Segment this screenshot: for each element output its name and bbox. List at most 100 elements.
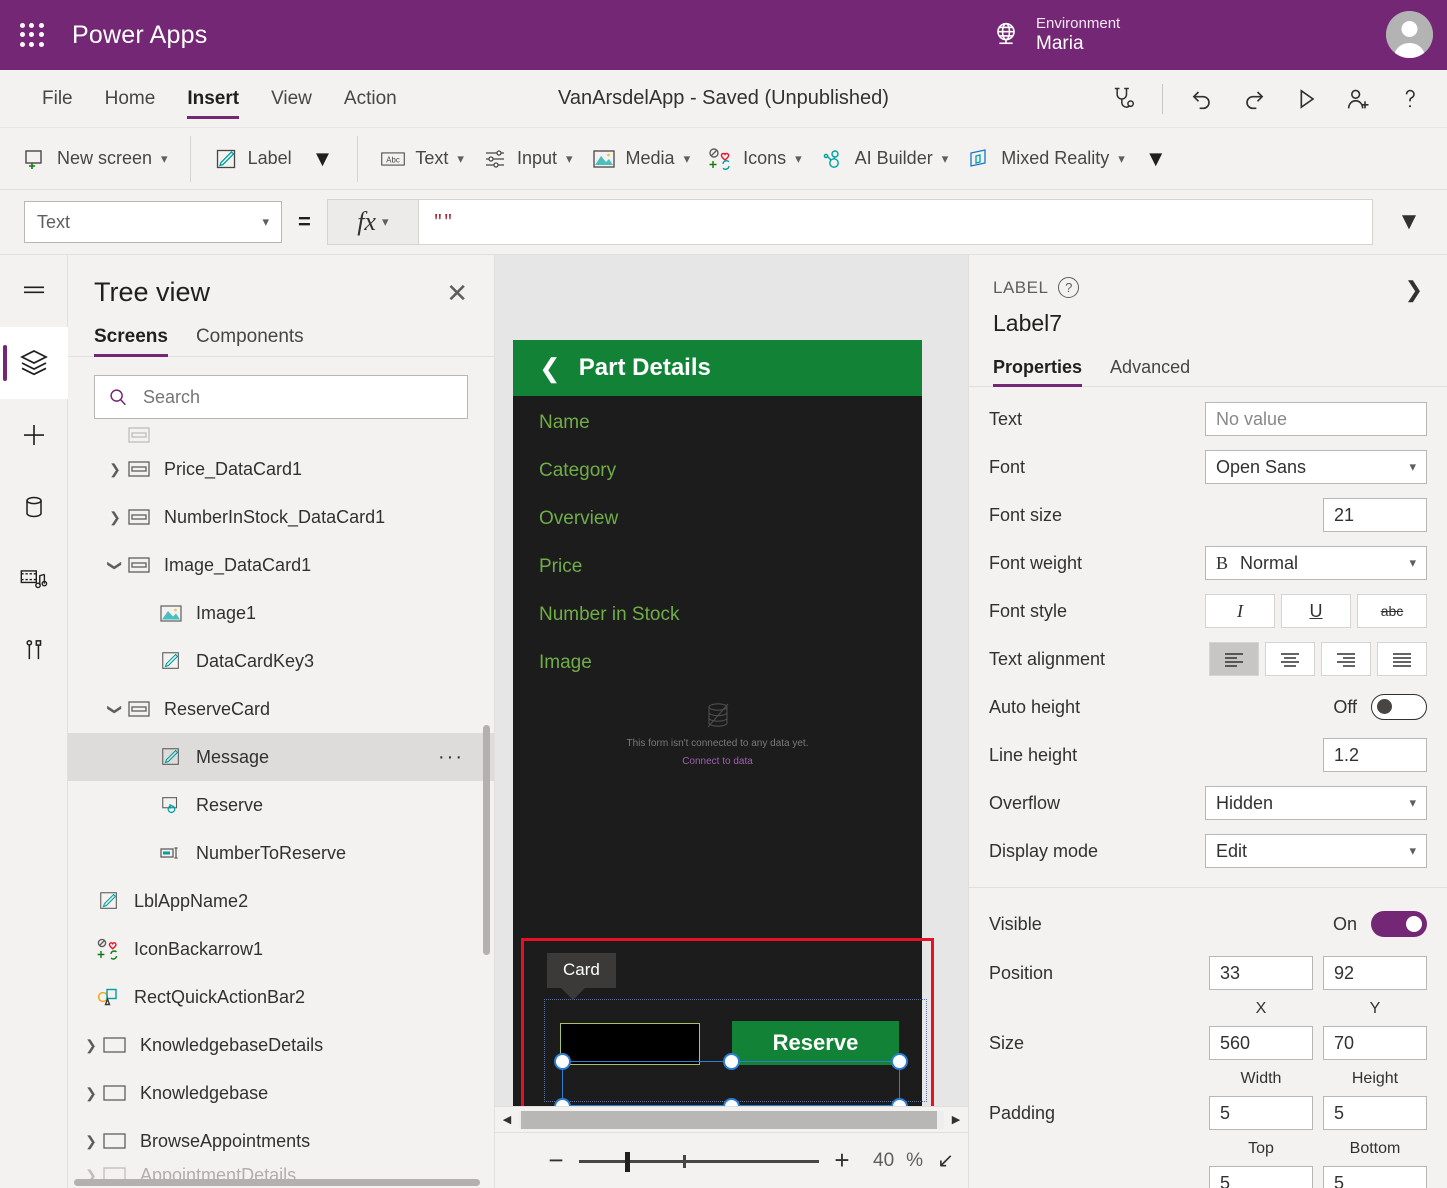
zoom-out-button[interactable]: − — [539, 1145, 573, 1176]
tree-node-price-datacard1[interactable]: ❯ Price_DataCard1 — [68, 445, 494, 493]
chevron-down-icon[interactable]: ▾ — [457, 151, 464, 167]
icons-button[interactable]: Icons ▾ — [704, 142, 806, 176]
share-user-icon[interactable] — [1341, 82, 1375, 116]
font-weight-select[interactable]: B Normal ▾ — [1205, 546, 1427, 580]
chevron-down-icon[interactable]: ▾ — [942, 151, 949, 167]
formula-expand-chevron-down-icon[interactable]: ▼ — [1381, 199, 1437, 245]
app-screen-preview[interactable]: ❮ Part Details Name Category Overview Pr… — [513, 340, 922, 1128]
scroll-left-icon[interactable]: ◀ — [495, 1113, 519, 1126]
auto-height-toggle[interactable] — [1371, 694, 1427, 720]
resize-handle-top-right[interactable] — [891, 1053, 908, 1070]
tree-node-iconbackarrow1[interactable]: IconBackarrow1 — [68, 925, 494, 973]
chevron-down-icon[interactable]: ❯ — [107, 698, 124, 720]
menu-item-insert[interactable]: Insert — [173, 70, 253, 127]
tree-node-datacardkey3[interactable]: DataCardKey3 — [68, 637, 494, 685]
help-question-icon[interactable]: ? — [1058, 277, 1079, 298]
chevron-right-icon[interactable]: ❯ — [1405, 277, 1423, 303]
advanced-tools-icon[interactable] — [0, 615, 68, 687]
tree-node-knowledgebasedetails[interactable]: ❯ KnowledgebaseDetails — [68, 1021, 494, 1069]
tree-node-reservecard[interactable]: ❯ ReserveCard — [68, 685, 494, 733]
italic-button[interactable]: I — [1205, 594, 1275, 628]
text-field[interactable]: No value — [1205, 402, 1427, 436]
tree-vertical-scrollbar[interactable] — [483, 725, 490, 955]
app-launcher-icon[interactable] — [14, 17, 50, 53]
hamburger-menu-icon[interactable] — [0, 255, 68, 327]
align-left-button[interactable] — [1209, 642, 1259, 676]
tree-node-numbertoreserve[interactable]: NumberToReserve — [68, 829, 494, 877]
menu-item-home[interactable]: Home — [91, 70, 170, 127]
chevron-down-icon[interactable]: ▾ — [161, 151, 168, 167]
menu-item-action[interactable]: Action — [330, 70, 411, 127]
media-icon[interactable] — [0, 543, 68, 615]
chevron-right-icon[interactable]: ❯ — [104, 461, 126, 478]
close-icon[interactable]: ✕ — [446, 280, 468, 306]
tab-screens[interactable]: Screens — [94, 326, 168, 356]
tree-node-partial-top[interactable] — [68, 425, 494, 445]
padding-top-input[interactable]: 5 — [1209, 1096, 1313, 1130]
chevron-down-icon[interactable]: ▾ — [795, 151, 802, 167]
tree-node-image-datacard1[interactable]: ❯ Image_DataCard1 — [68, 541, 494, 589]
chevron-right-icon[interactable]: ❯ — [80, 1085, 102, 1102]
app-checker-icon[interactable] — [1106, 82, 1140, 116]
connect-to-data-link[interactable]: Connect to data — [513, 756, 922, 767]
align-justify-button[interactable] — [1377, 642, 1427, 676]
chevron-down-icon[interactable]: ▾ — [1118, 151, 1125, 167]
media-button[interactable]: Media ▾ — [587, 142, 695, 176]
padding-bottom-input[interactable]: 5 — [1323, 1096, 1427, 1130]
tree-node-numberinstock-datacard1[interactable]: ❯ NumberInStock_DataCard1 — [68, 493, 494, 541]
search-input[interactable] — [141, 386, 455, 409]
ai-builder-button[interactable]: AI Builder ▾ — [816, 142, 953, 176]
tab-advanced[interactable]: Advanced — [1110, 357, 1190, 386]
tree-horizontal-scrollbar[interactable] — [74, 1179, 480, 1186]
chevron-right-icon[interactable]: ❯ — [104, 509, 126, 526]
insert-plus-icon[interactable] — [0, 399, 68, 471]
tree-node-message[interactable]: Message ··· — [68, 733, 494, 781]
search-box[interactable] — [94, 375, 468, 419]
strikethrough-button[interactable]: abc — [1357, 594, 1427, 628]
size-width-input[interactable]: 560 — [1209, 1026, 1313, 1060]
chevron-down-icon[interactable]: ▾ — [684, 151, 691, 167]
menu-item-file[interactable]: File — [28, 70, 87, 127]
line-height-input[interactable]: 1.2 — [1323, 738, 1427, 772]
overflow-select[interactable]: Hidden ▾ — [1205, 786, 1427, 820]
label-gallery-chevron-down-icon[interactable]: ▼ — [306, 146, 340, 172]
padding-left-input[interactable]: 5 — [1209, 1166, 1313, 1188]
zoom-in-button[interactable]: + — [825, 1145, 859, 1176]
tree-node-knowledgebase[interactable]: ❯ Knowledgebase — [68, 1069, 494, 1117]
font-select[interactable]: Open Sans ▾ — [1205, 450, 1427, 484]
redo-icon[interactable] — [1237, 82, 1271, 116]
fit-to-screen-icon[interactable]: ↙ — [937, 1148, 954, 1173]
tree-node-reserve[interactable]: Reserve — [68, 781, 494, 829]
formula-input[interactable]: "" — [419, 199, 1373, 245]
resize-handle-top-left[interactable] — [554, 1053, 571, 1070]
data-database-icon[interactable] — [0, 471, 68, 543]
mixed-reality-button[interactable]: Mixed Reality ▾ — [962, 142, 1129, 176]
tree-node-lblappname2[interactable]: LblAppName2 — [68, 877, 494, 925]
avatar[interactable] — [1386, 11, 1433, 58]
new-screen-button[interactable]: New screen ▾ — [18, 142, 172, 176]
underline-button[interactable]: U — [1281, 594, 1351, 628]
message-label-control[interactable] — [560, 1023, 700, 1065]
ribbon-overflow-chevron-down-icon[interactable]: ▼ — [1139, 146, 1173, 172]
fx-button[interactable]: fx ▾ — [327, 199, 419, 245]
font-size-input[interactable]: 21 — [1323, 498, 1427, 532]
padding-right-input[interactable]: 5 — [1323, 1166, 1427, 1188]
display-mode-select[interactable]: Edit ▾ — [1205, 834, 1427, 868]
tree-node-browseappointments[interactable]: ❯ BrowseAppointments — [68, 1117, 494, 1165]
label-button[interactable]: Label — [209, 142, 296, 176]
position-y-input[interactable]: 92 — [1323, 956, 1427, 990]
reserve-button[interactable]: Reserve — [732, 1021, 899, 1065]
zoom-slider[interactable] — [579, 1146, 819, 1176]
more-options-icon[interactable]: ··· — [438, 746, 464, 769]
canvas-horizontal-scrollbar[interactable]: ◀ ▶ — [495, 1106, 968, 1132]
undo-icon[interactable] — [1185, 82, 1219, 116]
chevron-down-icon[interactable]: ▾ — [566, 151, 573, 167]
preview-play-icon[interactable] — [1289, 82, 1323, 116]
input-button[interactable]: Input ▾ — [478, 142, 577, 176]
scroll-track[interactable] — [519, 1111, 944, 1129]
environment-selector[interactable]: Environment Maria — [990, 0, 1120, 70]
tree-node-rectquickactionbar2[interactable]: RectQuickActionBar2 — [68, 973, 494, 1021]
tree-node-image1[interactable]: Image1 — [68, 589, 494, 637]
align-center-button[interactable] — [1265, 642, 1315, 676]
chevron-right-icon[interactable]: ❯ — [80, 1133, 102, 1150]
